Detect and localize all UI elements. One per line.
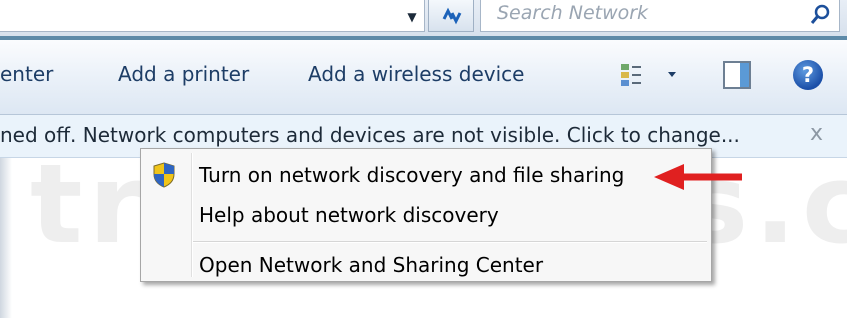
infobar-context-menu: Turn on network discovery and file shari… [140,148,712,282]
add-printer-button[interactable]: Add a printer [118,62,249,86]
views-icon [621,64,676,86]
dropdown-icon[interactable]: ▼ [402,8,422,26]
menu-item-turn-on-discovery[interactable]: Turn on network discovery and file shari… [199,163,624,187]
preview-pane-button[interactable] [722,60,752,90]
menu-item-help-discovery[interactable]: Help about network discovery [199,203,499,227]
refresh-icon [442,7,462,24]
preview-pane-icon [723,61,751,89]
network-sharing-center-button[interactable]: enter [0,62,53,86]
arrow-icon [654,164,742,190]
menu-item-open-sharing-center[interactable]: Open Network and Sharing Center [199,253,543,277]
close-icon[interactable]: x [810,121,823,146]
search-icon[interactable] [809,3,833,27]
infobar-message[interactable]: ned off. Network computers and devices a… [0,123,740,147]
search-placeholder: Search Network [497,2,649,24]
menu-separator [193,241,707,243]
add-wireless-device-button[interactable]: Add a wireless device [308,62,524,86]
refresh-button[interactable] [428,0,474,32]
command-bar: enter Add a printer Add a wireless devic… [0,40,847,115]
search-input[interactable]: Search Network [480,0,840,32]
views-button[interactable] [617,60,677,90]
help-icon[interactable]: ? [793,60,823,90]
address-bar[interactable]: ▼ [0,0,425,32]
address-bar-area: ▼ Search Network [0,0,847,38]
menu-gutter [191,153,193,277]
shield-icon [153,162,175,188]
